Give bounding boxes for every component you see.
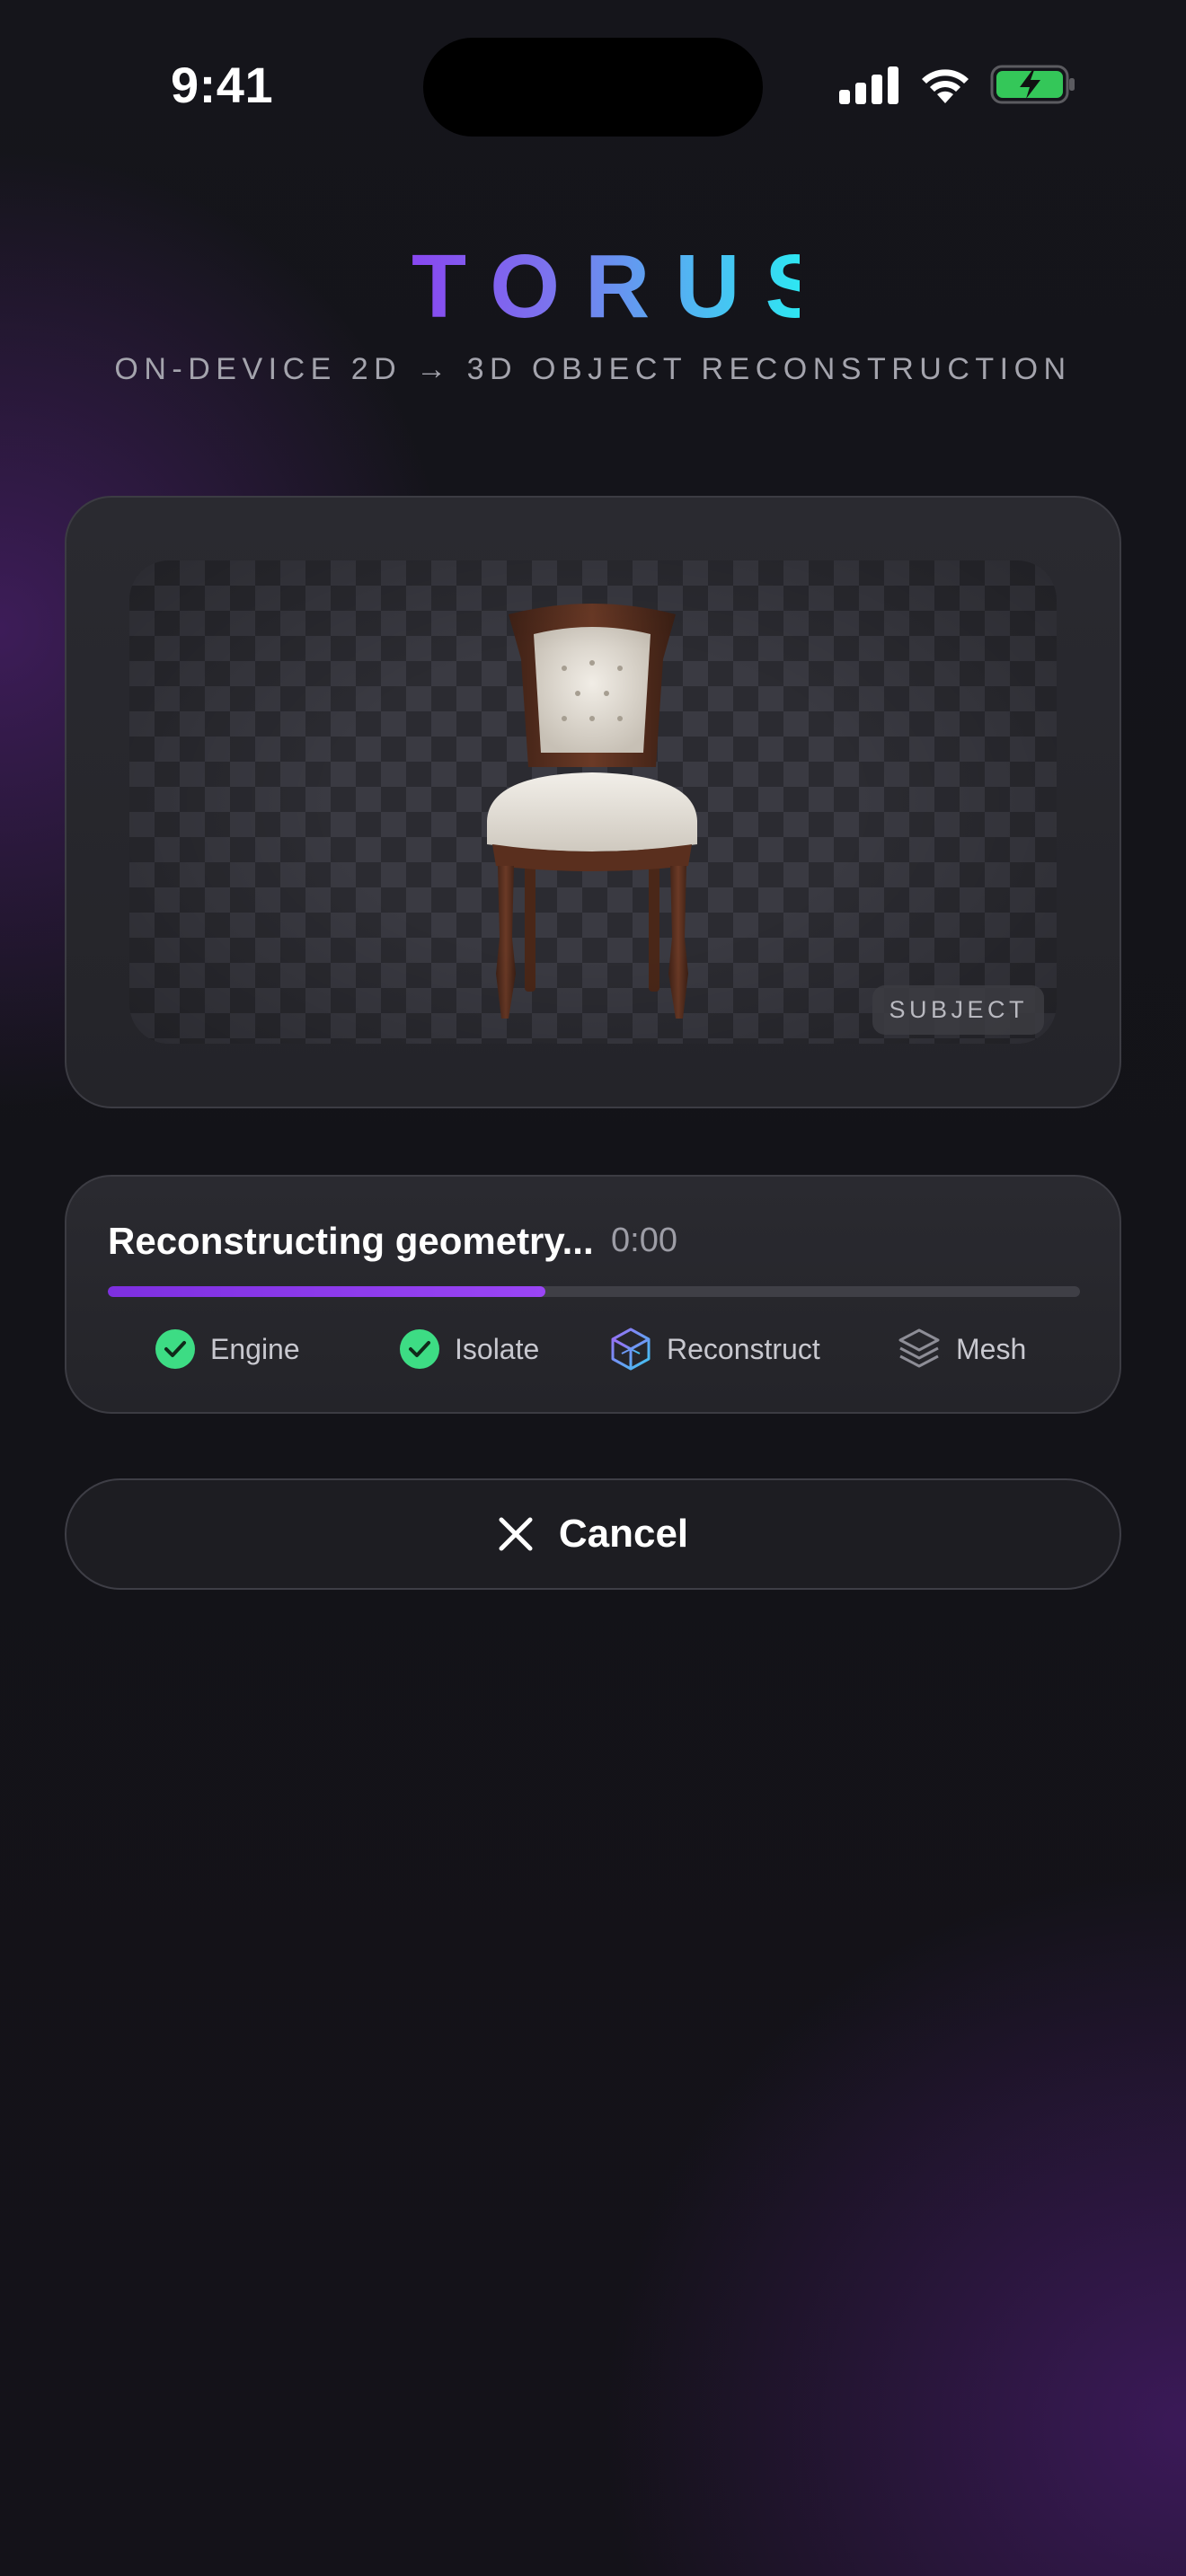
subject-card: SUBJECT (65, 496, 1121, 1108)
layers-icon (898, 1328, 940, 1368)
chair-image (487, 604, 697, 1019)
step-label: Isolate (455, 1332, 540, 1365)
cellular-signal-icon (839, 66, 898, 104)
progress-bar-fill (108, 1286, 545, 1297)
step-reconstruct: Reconstruct (609, 1322, 820, 1376)
step-mesh: Mesh (897, 1322, 1026, 1376)
step-label: Reconstruct (667, 1332, 820, 1365)
status-icons (839, 63, 1076, 106)
cube-icon (611, 1328, 651, 1371)
cancel-label: Cancel (558, 1512, 689, 1556)
pipeline-steps: Engine Isolate Reconstruct Mesh (66, 1322, 1123, 1376)
app-logo: TORUS (386, 235, 825, 339)
status-time: 9:41 (171, 57, 274, 113)
subject-badge: SUBJECT (872, 985, 1044, 1035)
progress-card: Reconstructing geometry... 0:00 Engine I… (65, 1175, 1121, 1414)
cancel-button[interactable]: Cancel (65, 1478, 1121, 1590)
battery-charging-icon (990, 65, 1075, 104)
step-label: Mesh (956, 1332, 1027, 1365)
subject-preview: SUBJECT (129, 560, 1057, 1044)
progress-bar (108, 1286, 1080, 1297)
step-isolate: Isolate (399, 1322, 539, 1376)
tagline: ON-DEVICE 2D → 3D OBJECT RECONSTRUCTION (114, 352, 1072, 386)
step-engine: Engine (155, 1322, 300, 1376)
check-circle-icon (155, 1329, 195, 1369)
dynamic-island (423, 38, 763, 137)
check-circle-icon (400, 1329, 439, 1369)
wifi-icon (922, 69, 969, 103)
close-icon (499, 1517, 533, 1551)
elapsed-time: 0:00 (611, 1222, 677, 1259)
progress-title: Reconstructing geometry... (108, 1220, 594, 1262)
step-label: Engine (210, 1332, 300, 1365)
